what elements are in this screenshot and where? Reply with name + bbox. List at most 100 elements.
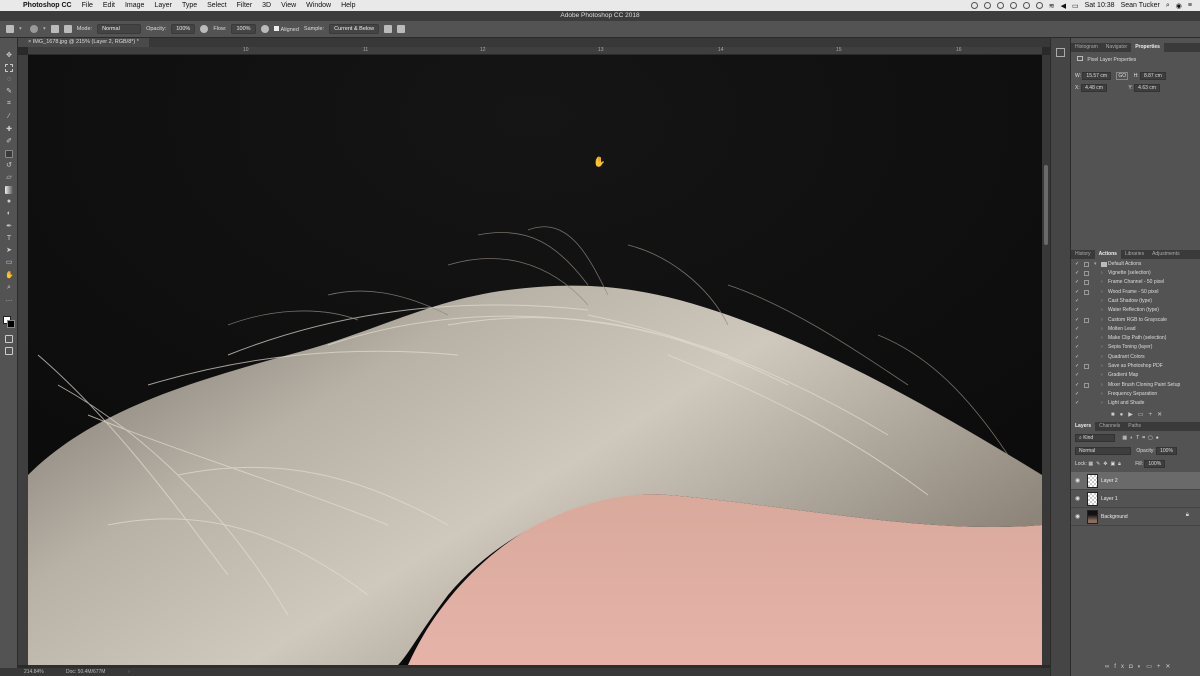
tab-layers[interactable]: Layers	[1071, 422, 1096, 431]
action-row[interactable]: ✓ › Wood Frame - 50 pixel	[1071, 288, 1195, 297]
new-set-icon[interactable]: ▭	[1138, 412, 1149, 418]
action-row[interactable]: ✓ › Frequency Separation	[1071, 390, 1195, 399]
action-row[interactable]: ✓ › Cast Shadow (type)	[1071, 297, 1195, 306]
opacity-field[interactable]: 100%	[171, 24, 196, 34]
gradient-tool-icon[interactable]	[5, 186, 13, 194]
clone-source-icon[interactable]	[63, 25, 72, 33]
expand-chevron-icon[interactable]: ›	[1101, 325, 1103, 334]
action-row[interactable]: ✓ › Quadrant Colors	[1071, 353, 1195, 362]
expand-chevron-icon[interactable]: ›	[1101, 390, 1103, 399]
dialog-toggle-icon[interactable]	[1084, 262, 1089, 267]
expand-chevron-icon[interactable]: ›	[1101, 316, 1103, 325]
siri-icon[interactable]: ◉	[1176, 2, 1182, 10]
tab-libraries[interactable]: Libraries	[1121, 250, 1148, 259]
adjustment-layer-icon[interactable]: ◐	[1138, 664, 1147, 670]
dialog-toggle-icon[interactable]	[1084, 382, 1089, 388]
action-row[interactable]: ✓ › Sepia Toning (layer)	[1071, 343, 1195, 352]
link-layers-icon[interactable]: ∞	[1105, 664, 1114, 670]
tab-actions[interactable]: Actions	[1094, 250, 1121, 259]
menu-select[interactable]: Select	[202, 2, 231, 9]
expand-chevron-icon[interactable]: ▾	[1094, 260, 1097, 269]
pressure-size-icon[interactable]	[397, 25, 406, 33]
action-row[interactable]: ✓ › Water Reflection (type)	[1071, 306, 1195, 315]
fill-field[interactable]: 100%	[1144, 460, 1166, 468]
action-check-icon[interactable]: ✓	[1075, 399, 1079, 408]
tool-preset-chevron-icon[interactable]: ▾	[19, 26, 25, 32]
screen-mode-icon[interactable]	[5, 347, 13, 355]
tab-navigator[interactable]: Navigator	[1102, 43, 1131, 52]
sync-icon[interactable]	[1009, 2, 1017, 9]
action-check-icon[interactable]: ✓	[1075, 334, 1079, 343]
tab-channels[interactable]: Channels	[1095, 422, 1124, 431]
dialog-toggle-icon[interactable]	[1084, 364, 1089, 369]
tab-adjustments[interactable]: Adjustments	[1148, 250, 1184, 259]
pen-tool-icon[interactable]: ✒	[5, 223, 13, 231]
action-check-icon[interactable]: ✓	[1075, 371, 1079, 380]
document-tab[interactable]: × IMG_1678.jpg @ 215% (Layer 2, RGB/8*) …	[18, 38, 149, 47]
document-canvas[interactable]: ✋	[28, 55, 1042, 665]
marquee-tool-icon[interactable]	[5, 64, 13, 72]
cloud-icon[interactable]	[996, 2, 1004, 9]
expand-chevron-icon[interactable]: ›	[1101, 381, 1103, 390]
crop-tool-icon[interactable]: ⌗	[5, 100, 13, 108]
history-icon[interactable]	[1022, 2, 1030, 9]
width-field[interactable]: 15.57 cm	[1082, 72, 1111, 80]
expand-chevron-icon[interactable]: ›	[1101, 297, 1103, 306]
action-row[interactable]: ✓ › Molten Lead	[1071, 325, 1195, 334]
notification-center-icon[interactable]: ≡	[1188, 2, 1192, 9]
menu-window[interactable]: Window	[301, 2, 336, 9]
action-check-icon[interactable]: ✓	[1075, 306, 1079, 315]
dialog-toggle-icon[interactable]	[1084, 289, 1089, 295]
action-check-icon[interactable]: ✓	[1075, 381, 1079, 390]
action-row[interactable]: ✓ › Mixer Brush Cloning Paint Setup	[1071, 381, 1195, 390]
action-check-icon[interactable]: ✓	[1075, 343, 1079, 352]
menu-help[interactable]: Help	[336, 2, 360, 9]
zoom-level[interactable]: 214.84%	[24, 668, 44, 676]
play-icon[interactable]: ▶	[1128, 412, 1138, 418]
add-mask-icon[interactable]: ◘	[1129, 664, 1138, 670]
expand-chevron-icon[interactable]: ›	[1101, 371, 1103, 380]
dodge-tool-icon[interactable]: ◐	[5, 210, 13, 218]
action-check-icon[interactable]: ✓	[1075, 325, 1079, 334]
menu-filter[interactable]: Filter	[232, 2, 258, 9]
properties-dock-icon[interactable]	[1056, 48, 1065, 57]
blend-mode-select[interactable]: Normal	[1075, 447, 1131, 455]
action-check-icon[interactable]: ✓	[1075, 288, 1079, 297]
sample-select[interactable]: Current & Below	[329, 24, 380, 34]
delete-icon[interactable]: ✕	[1157, 412, 1167, 418]
menu-edit[interactable]: Edit	[98, 2, 120, 9]
lasso-tool-icon[interactable]: ◌	[5, 76, 13, 84]
clone-stamp-tool-icon[interactable]	[6, 25, 14, 33]
menu-image[interactable]: Image	[120, 2, 149, 9]
expand-chevron-icon[interactable]: ›	[1101, 269, 1103, 278]
layer-row[interactable]: ◉ Background 🔒︎	[1071, 508, 1200, 526]
menu-file[interactable]: File	[77, 2, 98, 9]
battery-icon[interactable]: ▭	[1072, 2, 1079, 10]
menu-user[interactable]: Sean Tucker	[1121, 2, 1160, 9]
new-group-icon[interactable]: ▭	[1146, 664, 1157, 670]
horizontal-ruler[interactable]: 10 11 12 13 14 15 16	[28, 47, 1042, 55]
delete-layer-icon[interactable]: ✕	[1165, 664, 1175, 670]
history-brush-tool-icon[interactable]: ↺	[5, 162, 13, 170]
x-field[interactable]: 4.48 cm	[1081, 84, 1107, 92]
layer-opacity-field[interactable]: 100%	[1156, 447, 1177, 455]
visibility-eye-icon[interactable]: ◉	[1075, 513, 1080, 520]
menu-3d[interactable]: 3D	[257, 2, 276, 9]
expand-chevron-icon[interactable]: ›	[1101, 343, 1103, 352]
pressure-opacity-icon[interactable]	[200, 25, 209, 33]
expand-chevron-icon[interactable]: ›	[1101, 278, 1103, 287]
tab-properties[interactable]: Properties	[1131, 43, 1164, 52]
action-row[interactable]: ✓ › Vignette (selection)	[1071, 269, 1195, 278]
record-icon[interactable]: ●	[1120, 412, 1129, 418]
brush-settings-icon[interactable]	[50, 25, 59, 33]
volume-icon[interactable]: ◀	[1061, 2, 1066, 10]
height-field[interactable]: 8.87 cm	[1139, 72, 1166, 80]
bluetooth-icon[interactable]	[1035, 2, 1043, 9]
quick-mask-icon[interactable]	[5, 335, 13, 343]
doc-size[interactable]: Doc: 50.4M/677M	[66, 668, 105, 676]
menu-app-name[interactable]: Photoshop CC	[18, 2, 77, 9]
shape-tool-icon[interactable]: ▭	[5, 259, 13, 267]
clone-stamp-tool-icon[interactable]	[5, 150, 13, 158]
background-color-swatch[interactable]	[7, 320, 15, 328]
action-check-icon[interactable]: ✓	[1075, 269, 1079, 278]
